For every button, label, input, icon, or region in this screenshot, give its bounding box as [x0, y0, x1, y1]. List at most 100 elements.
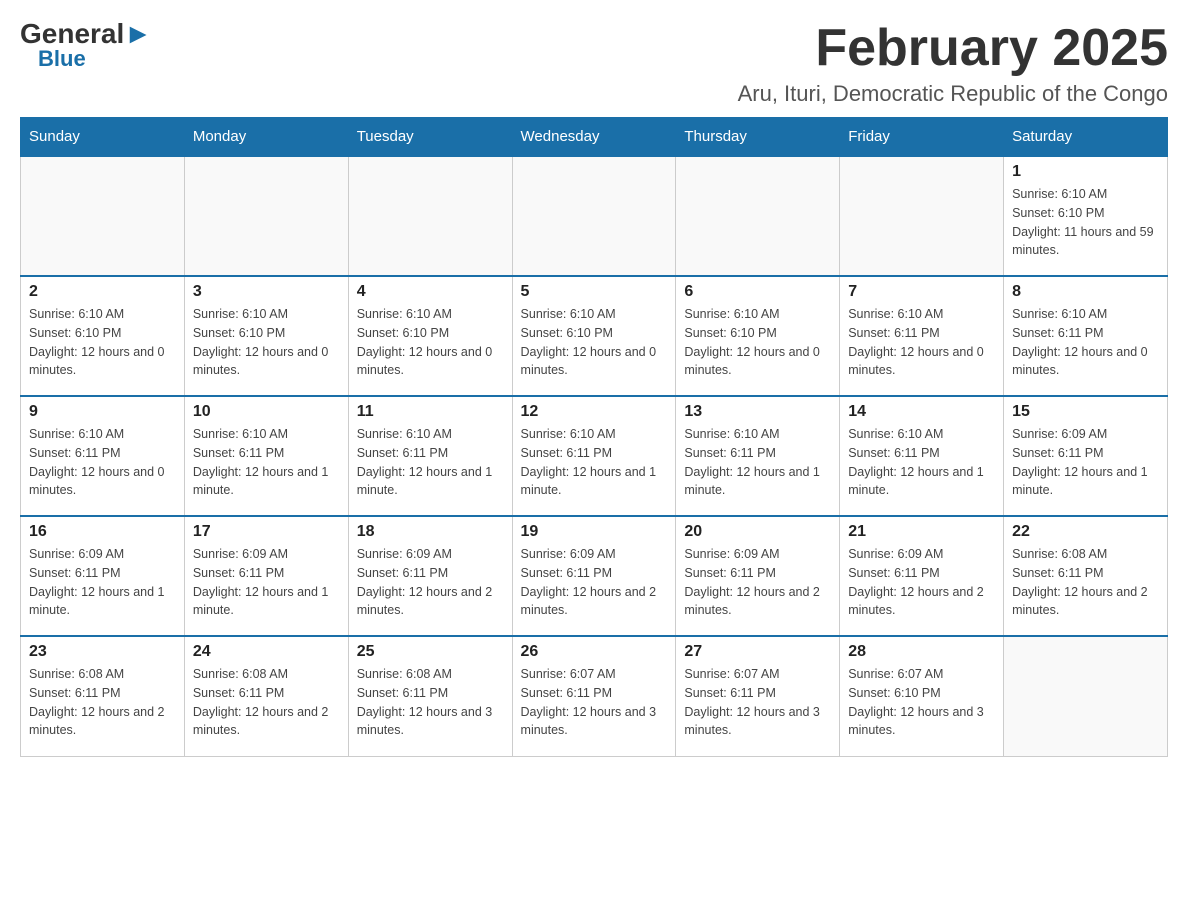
day-info: Sunrise: 6:10 AMSunset: 6:10 PMDaylight:…	[193, 305, 340, 380]
table-row: 11Sunrise: 6:10 AMSunset: 6:11 PMDayligh…	[348, 396, 512, 516]
calendar-week-row: 1 Sunrise: 6:10 AMSunset: 6:10 PMDaylight…	[21, 156, 1168, 276]
col-sunday: Sunday	[21, 118, 185, 157]
day-number: 25	[357, 643, 504, 661]
day-number: 22	[1012, 523, 1159, 541]
col-tuesday: Tuesday	[348, 118, 512, 157]
day-info: Sunrise: 6:10 AMSunset: 6:10 PMDaylight:…	[1012, 185, 1159, 260]
table-row: 23Sunrise: 6:08 AMSunset: 6:11 PMDayligh…	[21, 636, 185, 756]
table-row	[512, 156, 676, 276]
day-number: 23	[29, 643, 176, 661]
day-info: Sunrise: 6:10 AMSunset: 6:10 PMDaylight:…	[357, 305, 504, 380]
table-row: 18Sunrise: 6:09 AMSunset: 6:11 PMDayligh…	[348, 516, 512, 636]
table-row: 12 Sunrise: 6:10 AMSunset: 6:11 PMDayligh…	[512, 396, 676, 516]
title-block: February 2025 Aru, Ituri, Democratic Rep…	[738, 20, 1168, 107]
table-row: 22 Sunrise: 6:08 AMSunset: 6:11 PMDayligh…	[1004, 516, 1168, 636]
day-info: Sunrise: 6:10 AMSunset: 6:11 PMDaylight:…	[848, 305, 995, 380]
calendar-week-row: 23 Sunrise: 6:08 AMSunset: 6:11 PMDayligh…	[21, 636, 1168, 756]
day-number: 8	[1012, 283, 1159, 301]
logo-triangle-icon: ►	[124, 18, 152, 49]
table-row: 17Sunrise: 6:09 AMSunset: 6:11 PMDayligh…	[184, 516, 348, 636]
table-row: 5 Sunrise: 6:10 AMSunset: 6:10 PMDaylight…	[512, 276, 676, 396]
table-row: 28 Sunrise: 6:07 AMSunset: 6:10 PMDayligh…	[840, 636, 1004, 756]
day-info: Sunrise: 6:10 AMSunset: 6:11 PMDaylight:…	[357, 425, 504, 500]
table-row: 26 Sunrise: 6:07 AMSunset: 6:11 PMDayligh…	[512, 636, 676, 756]
day-info: Sunrise: 6:09 AMSunset: 6:11 PMDaylight:…	[29, 545, 176, 620]
day-number: 7	[848, 283, 995, 301]
day-info: Sunrise: 6:08 AMSunset: 6:11 PMDaylight:…	[1012, 545, 1159, 620]
day-number: 3	[193, 283, 340, 301]
day-info: Sunrise: 6:08 AMSunset: 6:11 PMDaylight:…	[193, 665, 340, 740]
table-row: 3 Sunrise: 6:10 AMSunset: 6:10 PMDaylight…	[184, 276, 348, 396]
table-row: 10 Sunrise: 6:10 AMSunset: 6:11 PMDayligh…	[184, 396, 348, 516]
day-info: Sunrise: 6:10 AMSunset: 6:10 PMDaylight:…	[521, 305, 668, 380]
day-number: 27	[684, 643, 831, 661]
day-number: 1	[1012, 163, 1159, 181]
day-number: 10	[193, 403, 340, 421]
col-saturday: Saturday	[1004, 118, 1168, 157]
table-row: 2 Sunrise: 6:10 AMSunset: 6:10 PMDaylight…	[21, 276, 185, 396]
day-number: 13	[684, 403, 831, 421]
day-info: Sunrise: 6:07 AMSunset: 6:11 PMDaylight:…	[684, 665, 831, 740]
day-number: 16	[29, 523, 176, 541]
day-info: Sunrise: 6:10 AMSunset: 6:11 PMDaylight:…	[29, 425, 176, 500]
day-info: Sunrise: 6:07 AMSunset: 6:10 PMDaylight:…	[848, 665, 995, 740]
location-title: Aru, Ituri, Democratic Republic of the C…	[738, 81, 1168, 107]
day-number: 17	[193, 523, 340, 541]
table-row: 1 Sunrise: 6:10 AMSunset: 6:10 PMDaylight…	[1004, 156, 1168, 276]
table-row	[1004, 636, 1168, 756]
day-number: 9	[29, 403, 176, 421]
table-row: 13 Sunrise: 6:10 AMSunset: 6:11 PMDayligh…	[676, 396, 840, 516]
table-row: 4Sunrise: 6:10 AMSunset: 6:10 PMDaylight…	[348, 276, 512, 396]
table-row	[676, 156, 840, 276]
day-number: 2	[29, 283, 176, 301]
logo-general-text: General►	[20, 20, 152, 48]
calendar-week-row: 2 Sunrise: 6:10 AMSunset: 6:10 PMDaylight…	[21, 276, 1168, 396]
table-row: 25 Sunrise: 6:08 AMSunset: 6:11 PMDayligh…	[348, 636, 512, 756]
day-number: 24	[193, 643, 340, 661]
table-row: 14 Sunrise: 6:10 AMSunset: 6:11 PMDayligh…	[840, 396, 1004, 516]
day-number: 14	[848, 403, 995, 421]
calendar-header-row: Sunday Monday Tuesday Wednesday Thursday…	[21, 118, 1168, 157]
logo: General► Blue	[20, 20, 152, 70]
day-number: 12	[521, 403, 668, 421]
table-row	[184, 156, 348, 276]
calendar-week-row: 16 Sunrise: 6:09 AMSunset: 6:11 PMDayligh…	[21, 516, 1168, 636]
table-row	[840, 156, 1004, 276]
table-row: 15 Sunrise: 6:09 AMSunset: 6:11 PMDayligh…	[1004, 396, 1168, 516]
table-row: 8 Sunrise: 6:10 AMSunset: 6:11 PMDaylight…	[1004, 276, 1168, 396]
col-thursday: Thursday	[676, 118, 840, 157]
table-row: 20 Sunrise: 6:09 AMSunset: 6:11 PMDayligh…	[676, 516, 840, 636]
day-info: Sunrise: 6:10 AMSunset: 6:11 PMDaylight:…	[1012, 305, 1159, 380]
day-info: Sunrise: 6:10 AMSunset: 6:11 PMDaylight:…	[193, 425, 340, 500]
table-row: 6Sunrise: 6:10 AMSunset: 6:10 PMDaylight…	[676, 276, 840, 396]
table-row: 7 Sunrise: 6:10 AMSunset: 6:11 PMDaylight…	[840, 276, 1004, 396]
day-info: Sunrise: 6:09 AMSunset: 6:11 PMDaylight:…	[1012, 425, 1159, 500]
day-number: 28	[848, 643, 995, 661]
day-info: Sunrise: 6:10 AMSunset: 6:10 PMDaylight:…	[684, 305, 831, 380]
day-info: Sunrise: 6:09 AMSunset: 6:11 PMDaylight:…	[357, 545, 504, 620]
logo-blue-text: Blue	[38, 48, 86, 70]
day-info: Sunrise: 6:10 AMSunset: 6:11 PMDaylight:…	[521, 425, 668, 500]
calendar-table: Sunday Monday Tuesday Wednesday Thursday…	[20, 117, 1168, 757]
table-row: 19Sunrise: 6:09 AMSunset: 6:11 PMDayligh…	[512, 516, 676, 636]
col-friday: Friday	[840, 118, 1004, 157]
day-number: 15	[1012, 403, 1159, 421]
table-row	[348, 156, 512, 276]
page-header: General► Blue February 2025 Aru, Ituri, …	[20, 20, 1168, 107]
col-wednesday: Wednesday	[512, 118, 676, 157]
table-row	[21, 156, 185, 276]
day-number: 19	[521, 523, 668, 541]
day-info: Sunrise: 6:09 AMSunset: 6:11 PMDaylight:…	[848, 545, 995, 620]
day-number: 26	[521, 643, 668, 661]
table-row: 24 Sunrise: 6:08 AMSunset: 6:11 PMDayligh…	[184, 636, 348, 756]
day-number: 21	[848, 523, 995, 541]
day-info: Sunrise: 6:07 AMSunset: 6:11 PMDaylight:…	[521, 665, 668, 740]
day-info: Sunrise: 6:08 AMSunset: 6:11 PMDaylight:…	[357, 665, 504, 740]
day-info: Sunrise: 6:09 AMSunset: 6:11 PMDaylight:…	[684, 545, 831, 620]
day-info: Sunrise: 6:10 AMSunset: 6:10 PMDaylight:…	[29, 305, 176, 380]
day-number: 5	[521, 283, 668, 301]
table-row: 9 Sunrise: 6:10 AMSunset: 6:11 PMDaylight…	[21, 396, 185, 516]
day-info: Sunrise: 6:10 AMSunset: 6:11 PMDaylight:…	[684, 425, 831, 500]
day-number: 20	[684, 523, 831, 541]
day-info: Sunrise: 6:10 AMSunset: 6:11 PMDaylight:…	[848, 425, 995, 500]
